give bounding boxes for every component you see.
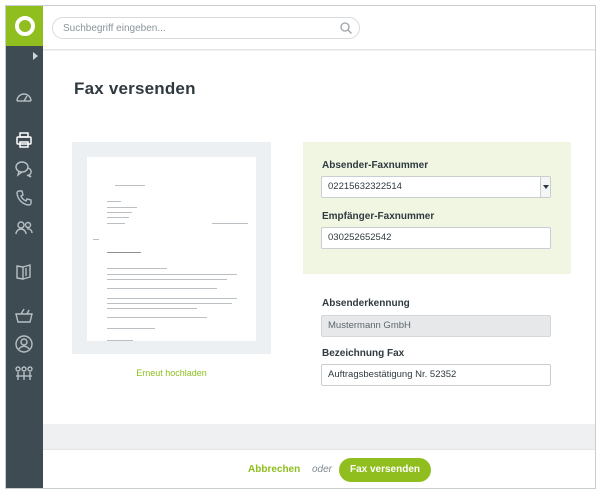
- logo-ring-icon: [14, 16, 35, 36]
- send-fax-button[interactable]: Fax versenden: [339, 458, 431, 482]
- search-icon[interactable]: [339, 21, 353, 35]
- cancel-button[interactable]: Abbrechen: [248, 464, 300, 475]
- document-preview: [72, 142, 271, 354]
- sender-id-field: Mustermann GmbH: [321, 315, 551, 337]
- or-separator: oder: [312, 464, 333, 475]
- search-input[interactable]: [63, 18, 333, 38]
- dashboard-gauge-icon[interactable]: [14, 86, 34, 106]
- action-footer: Abbrechen oder Fax versenden: [43, 449, 595, 488]
- sender-id-label: Absenderkennung: [322, 298, 410, 309]
- logo[interactable]: [6, 6, 43, 46]
- title-bar: Fax versenden: [43, 51, 595, 126]
- organization-icon[interactable]: [14, 364, 34, 384]
- recipient-fax-input[interactable]: 030252652542: [321, 227, 551, 249]
- fax-document-thumbnail: [87, 157, 256, 341]
- users-icon[interactable]: [14, 218, 34, 238]
- printer-icon[interactable]: [14, 130, 34, 150]
- top-bar: [43, 6, 595, 50]
- main-content: Erneut hochladen Absender-Faxnummer 0221…: [43, 126, 595, 424]
- sender-fax-label: Absender-Faxnummer: [322, 160, 429, 171]
- book-icon[interactable]: [14, 262, 34, 282]
- reupload-link[interactable]: Erneut hochladen: [72, 368, 271, 378]
- page-title: Fax versenden: [74, 79, 196, 98]
- fax-name-label: Bezeichnung Fax: [322, 348, 405, 359]
- basket-icon[interactable]: [14, 306, 34, 326]
- chevron-down-icon[interactable]: [540, 177, 550, 197]
- app-window: Fax versenden: [5, 5, 596, 489]
- sender-fax-select[interactable]: 02215632322514: [321, 176, 551, 198]
- user-circle-icon[interactable]: [14, 334, 34, 354]
- chat-bubbles-icon[interactable]: [14, 159, 34, 179]
- search-box: [52, 17, 360, 39]
- recipient-fax-label: Empfänger-Faxnummer: [322, 211, 435, 222]
- fax-number-panel: Absender-Faxnummer 02215632322514 Empfän…: [303, 142, 571, 274]
- sidebar: [6, 6, 43, 488]
- sender-fax-value: 02215632322514: [328, 181, 402, 192]
- fax-name-input[interactable]: Auftragsbestätigung Nr. 52352: [321, 364, 551, 386]
- phone-icon[interactable]: [14, 188, 34, 208]
- expand-arrow-icon[interactable]: [6, 51, 43, 61]
